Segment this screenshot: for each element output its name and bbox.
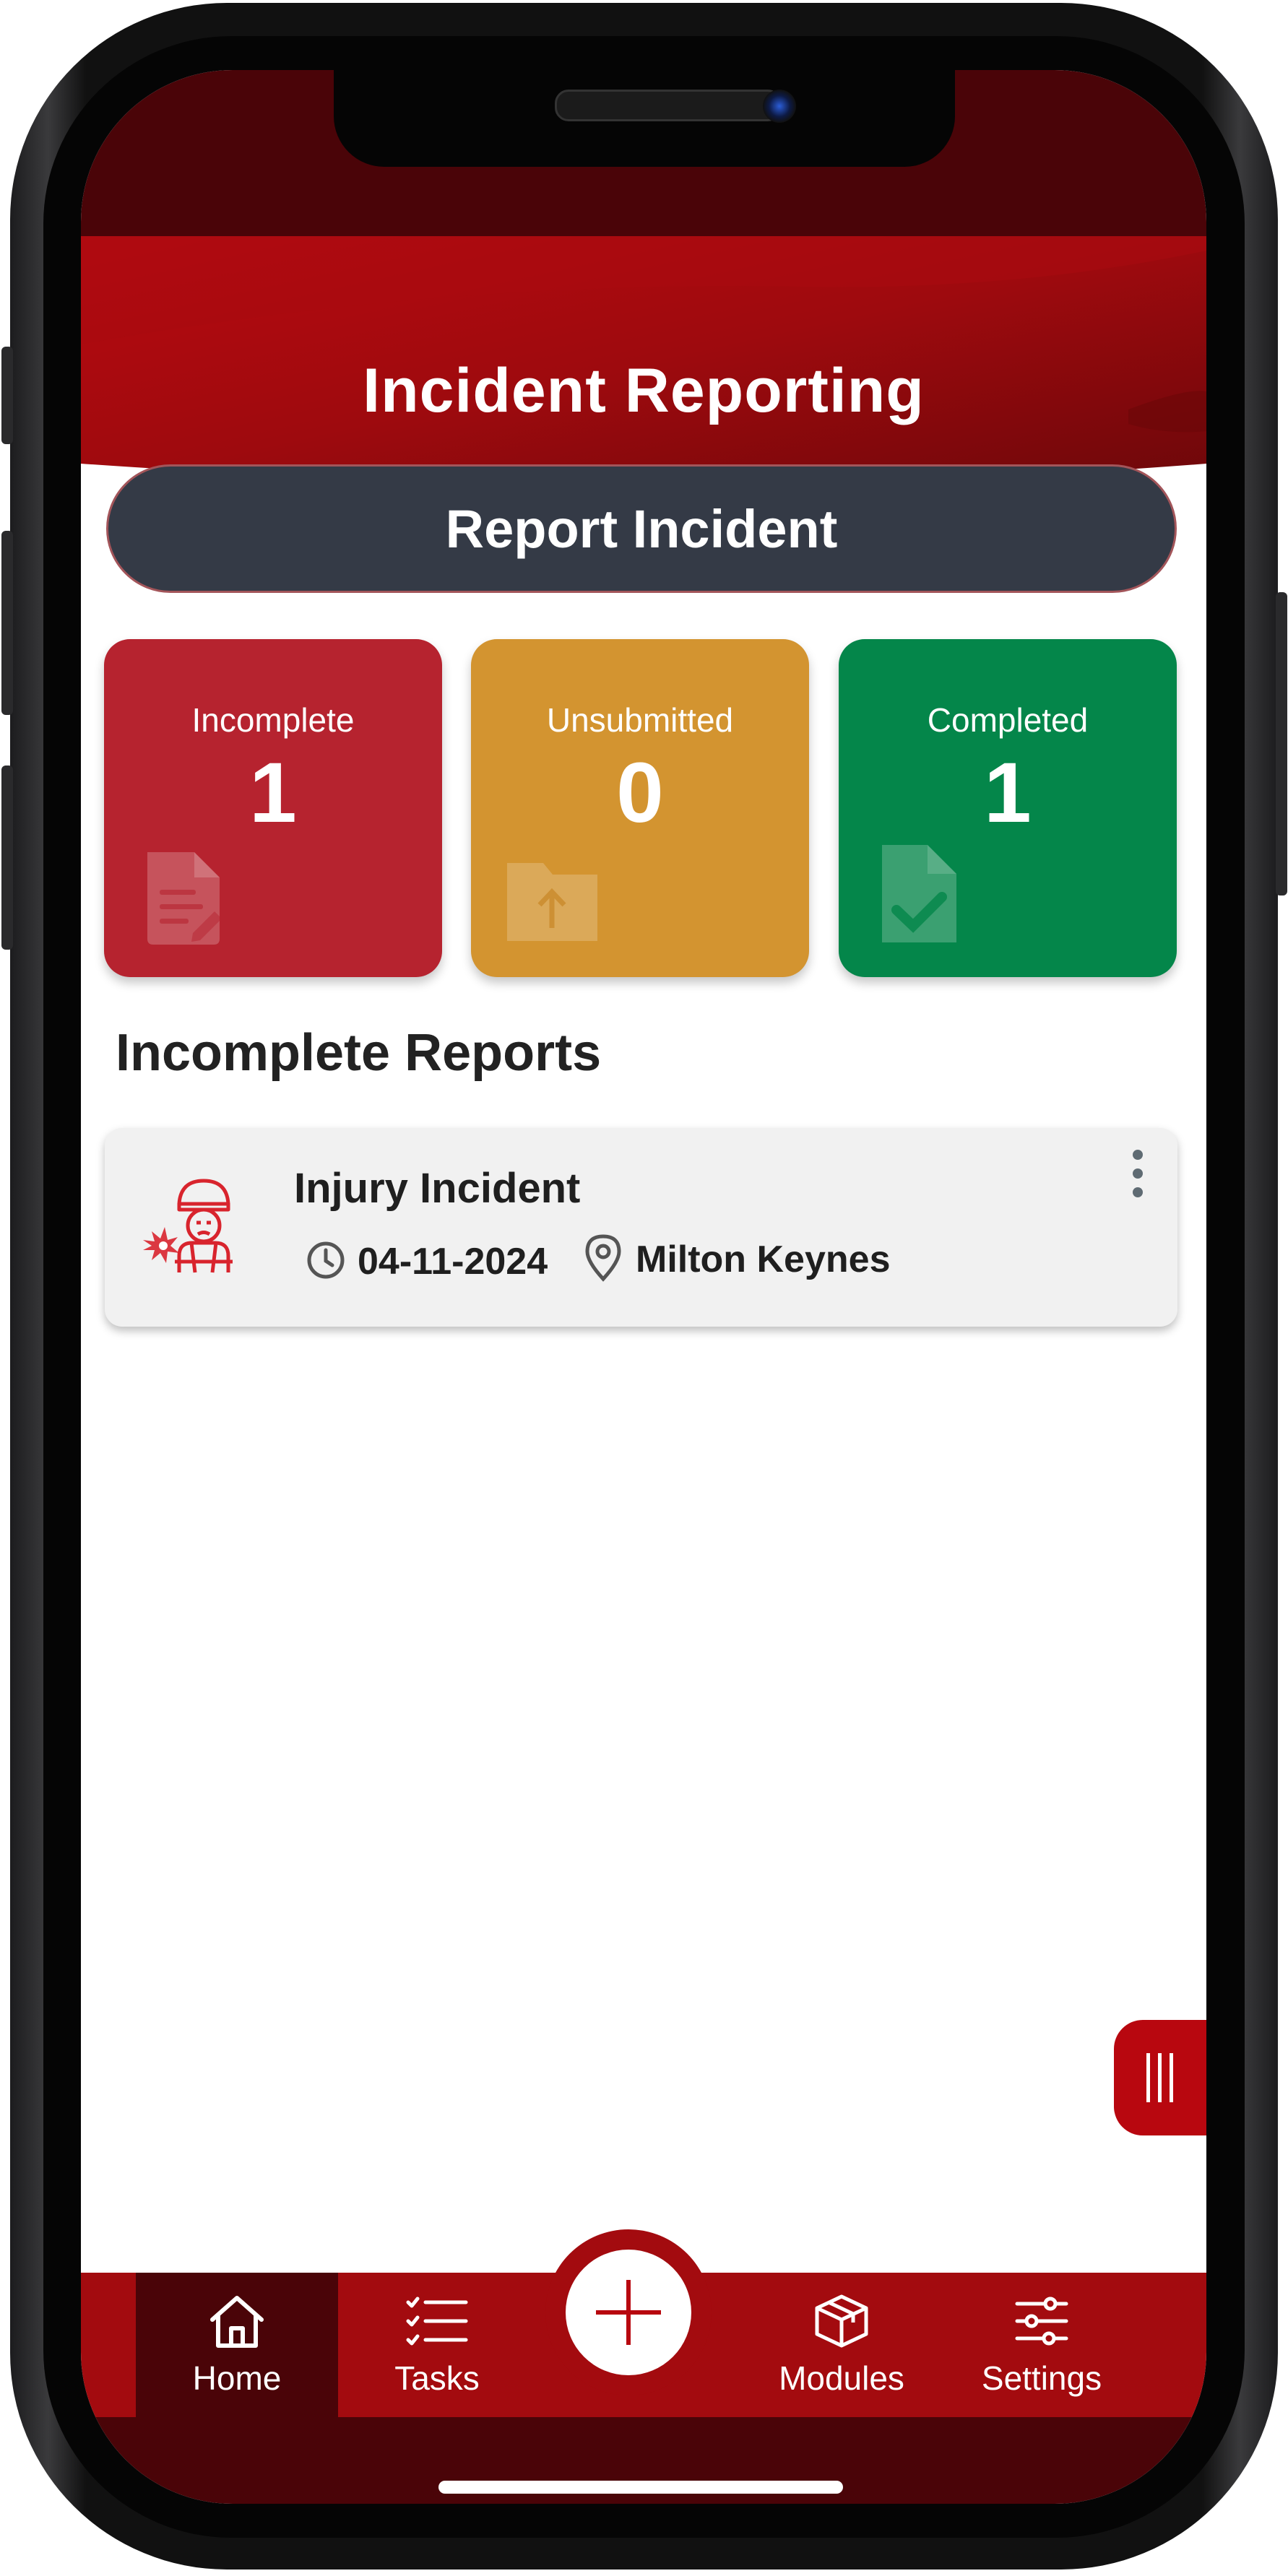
card-label: Incomplete [191,701,355,739]
injured-person-icon [143,1179,233,1273]
incomplete-card[interactable]: Incomplete 1 [104,639,442,977]
page-title: Incident Reporting [363,356,925,425]
nav-tasks[interactable]: Tasks [336,2273,538,2417]
clock-icon [307,1241,345,1279]
nav-label: Settings [981,2359,1102,2397]
volume-down-button [1,766,13,950]
add-button[interactable] [566,2250,691,2375]
home-icon [210,2296,264,2348]
completed-card[interactable]: Completed 1 [839,639,1177,977]
app-header: Incident Reporting [81,236,1206,482]
card-label: Unsubmitted [546,701,734,739]
app-screen: Incident Reporting Report Incident Incom… [81,70,1206,2504]
report-date: 04-11-2024 [358,1241,548,1283]
nav-label: Tasks [394,2359,480,2397]
unsubmitted-card[interactable]: Unsubmitted 0 [471,639,809,977]
sliders-icon [1015,2297,1068,2346]
report-list-item[interactable]: Injury Incident 04-11-2024 Milton Keynes [105,1128,1177,1327]
mute-switch [1,347,13,444]
document-edit-icon [147,852,222,945]
home-indicator[interactable] [438,2481,843,2494]
card-count: 1 [984,745,1032,841]
section-title: Incomplete Reports [116,1024,602,1082]
drawer-handle-icon [1146,2053,1173,2102]
earpiece-speaker [555,90,782,121]
nav-settings[interactable]: Settings [941,2273,1143,2417]
report-incident-button[interactable]: Report Incident [106,464,1177,593]
more-options-icon[interactable] [1123,1146,1152,1204]
front-camera [763,90,796,123]
box-icon [815,2294,868,2348]
volume-up-button [1,531,13,715]
power-button [1276,592,1287,895]
report-location: Milton Keynes [636,1239,891,1280]
report-title: Injury Incident [294,1165,581,1212]
tasks-list-icon [406,2297,468,2346]
card-label: Completed [927,701,1089,739]
side-drawer-tab[interactable] [1114,2020,1206,2135]
plus-icon [596,2280,661,2345]
nav-label: Modules [779,2359,904,2397]
document-check-icon [882,845,956,942]
nav-label: Home [192,2359,282,2397]
folder-upload-icon [507,863,597,941]
location-pin-icon [585,1234,621,1282]
nav-home[interactable]: Home [136,2273,338,2417]
card-count: 0 [616,745,664,841]
nav-modules[interactable]: Modules [740,2273,943,2417]
card-count: 1 [249,745,297,841]
